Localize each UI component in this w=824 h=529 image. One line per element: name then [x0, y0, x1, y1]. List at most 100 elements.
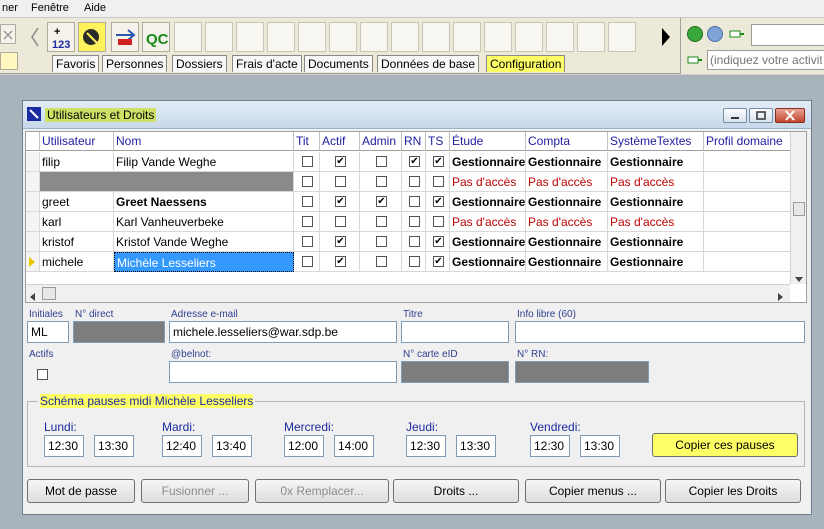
actif-checkbox[interactable]: ✔ [335, 236, 346, 247]
back-chevron-icon[interactable] [26, 22, 44, 52]
toolbar-slot-4[interactable] [267, 22, 295, 52]
cell-nom[interactable]: Greet Naessens [114, 192, 294, 212]
toolbar-slot-6[interactable] [329, 22, 357, 52]
cell-utilisateur[interactable]: filip [40, 152, 114, 172]
col-header-systemetextes[interactable]: SystèmeTextes [608, 132, 704, 151]
horizontal-scroll-thumb[interactable] [42, 287, 56, 300]
cell-etude[interactable]: Gestionnaire [450, 232, 526, 252]
jeudi-end-field[interactable]: 13:30 [456, 435, 496, 457]
admin-checkbox[interactable] [376, 156, 387, 167]
lundi-end-field[interactable]: 13:30 [94, 435, 134, 457]
toolbar-slot-3[interactable] [236, 22, 264, 52]
titre-field[interactable] [401, 321, 509, 343]
window-titlebar[interactable]: Utilisateurs et Droits [23, 101, 811, 129]
cell-profil-domaine[interactable] [704, 232, 792, 252]
checkbox-cell[interactable] [294, 232, 320, 252]
cell-compta[interactable]: Gestionnaire [526, 192, 608, 212]
cell-systemetextes[interactable]: Pas d'accès [608, 172, 704, 192]
ts-checkbox[interactable]: ✔ [433, 256, 444, 267]
cell-utilisateur[interactable]: michele [40, 252, 114, 272]
cell-nom[interactable]: Karl Vanheuverbeke [114, 212, 294, 232]
checkbox-cell[interactable] [402, 192, 426, 212]
checkbox-cell[interactable] [360, 172, 402, 192]
admin-checkbox[interactable] [376, 256, 387, 267]
cell-compta[interactable]: Pas d'accès [526, 172, 608, 192]
checkbox-cell[interactable] [294, 172, 320, 192]
merge-button[interactable]: Fusionner ... [141, 479, 249, 503]
checkbox-cell[interactable]: ✔ [320, 192, 360, 212]
admin-checkbox[interactable] [376, 216, 387, 227]
scroll-left-icon[interactable] [30, 290, 36, 302]
cell-nom[interactable]: Michèle Lesseliers [114, 252, 294, 272]
col-header-utilisateur[interactable]: Utilisateur [40, 132, 114, 151]
vendredi-end-field[interactable]: 13:30 [580, 435, 620, 457]
tab-favoris[interactable]: Favoris [52, 55, 100, 72]
redacted-cell[interactable] [40, 172, 294, 192]
mercredi-end-field[interactable]: 14:00 [334, 435, 374, 457]
cell-compta[interactable]: Gestionnaire [526, 152, 608, 172]
toolbar-slot-7[interactable] [360, 22, 388, 52]
tit-checkbox[interactable] [302, 196, 313, 207]
password-button[interactable]: Mot de passe [27, 479, 135, 503]
toolbar-slot-11[interactable] [484, 22, 512, 52]
qc-icon[interactable]: QC [142, 22, 170, 52]
cell-compta[interactable]: Gestionnaire [526, 252, 608, 272]
ts-checkbox[interactable]: ✔ [433, 236, 444, 247]
tit-checkbox[interactable] [302, 216, 313, 227]
belnot-field[interactable] [169, 361, 397, 383]
checkbox-cell[interactable] [320, 172, 360, 192]
rn-checkbox[interactable]: ✔ [409, 156, 420, 167]
admin-checkbox[interactable] [376, 236, 387, 247]
cell-systemetextes[interactable]: Gestionnaire [608, 232, 704, 252]
calculator-123-icon[interactable]: + 123 [47, 22, 75, 52]
rn-checkbox[interactable] [409, 216, 420, 227]
admin-checkbox[interactable]: ✔ [376, 196, 387, 207]
cell-etude[interactable]: Pas d'accès [450, 212, 526, 232]
rights-button[interactable]: Droits ... [393, 479, 519, 503]
cell-nom[interactable]: Filip Vande Weghe [114, 152, 294, 172]
col-header-compta[interactable]: Compta [526, 132, 608, 151]
cell-profil-domaine[interactable] [704, 172, 792, 192]
tab-donnees-de-base[interactable]: Données de base [377, 55, 480, 72]
col-header-admin[interactable]: Admin [360, 132, 402, 151]
checkbox-cell[interactable]: ✔ [426, 152, 450, 172]
menu-item-fichier[interactable]: ner [2, 2, 18, 14]
row-indicator[interactable] [26, 232, 40, 252]
tit-checkbox[interactable] [302, 176, 313, 187]
cell-etude[interactable]: Pas d'accès [450, 172, 526, 192]
info-libre-field[interactable] [515, 321, 805, 343]
checkbox-cell[interactable] [402, 172, 426, 192]
col-header-ts[interactable]: TS [426, 132, 450, 151]
cell-utilisateur[interactable]: kristof [40, 232, 114, 252]
checkbox-cell[interactable] [360, 152, 402, 172]
admin-checkbox[interactable] [376, 176, 387, 187]
row-indicator[interactable] [26, 212, 40, 232]
maximize-icon[interactable] [749, 108, 773, 123]
cell-systemetextes[interactable]: Pas d'accès [608, 212, 704, 232]
wizard-tool-icon[interactable] [78, 22, 106, 52]
col-header-tit[interactable]: Tit [294, 132, 320, 151]
tit-checkbox[interactable] [302, 236, 313, 247]
toolbar-slot-14[interactable] [577, 22, 605, 52]
actif-checkbox[interactable] [335, 176, 346, 187]
rn-checkbox[interactable] [409, 176, 420, 187]
rn-checkbox[interactable] [409, 256, 420, 267]
actif-checkbox[interactable]: ✔ [335, 196, 346, 207]
cell-profil-domaine[interactable] [704, 212, 792, 232]
checkbox-cell[interactable] [402, 232, 426, 252]
toolbar-slot-8[interactable] [391, 22, 419, 52]
row-indicator[interactable] [26, 152, 40, 172]
toolbar-slot-9[interactable] [422, 22, 450, 52]
tab-frais-acte[interactable]: Frais d'acte [232, 55, 302, 72]
checkbox-cell[interactable]: ✔ [426, 252, 450, 272]
tab-documents[interactable]: Documents [304, 55, 373, 72]
close-icon[interactable] [775, 108, 805, 123]
copy-menus-button[interactable]: Copier menus ... [525, 479, 661, 503]
close-panel-icon[interactable] [0, 24, 16, 44]
vendredi-start-field[interactable]: 12:30 [530, 435, 570, 457]
checkbox-cell[interactable]: ✔ [320, 252, 360, 272]
mardi-start-field[interactable]: 12:40 [162, 435, 202, 457]
tit-checkbox[interactable] [302, 156, 313, 167]
scroll-right-small-icon[interactable] [778, 290, 784, 302]
row-indicator[interactable] [26, 252, 40, 272]
